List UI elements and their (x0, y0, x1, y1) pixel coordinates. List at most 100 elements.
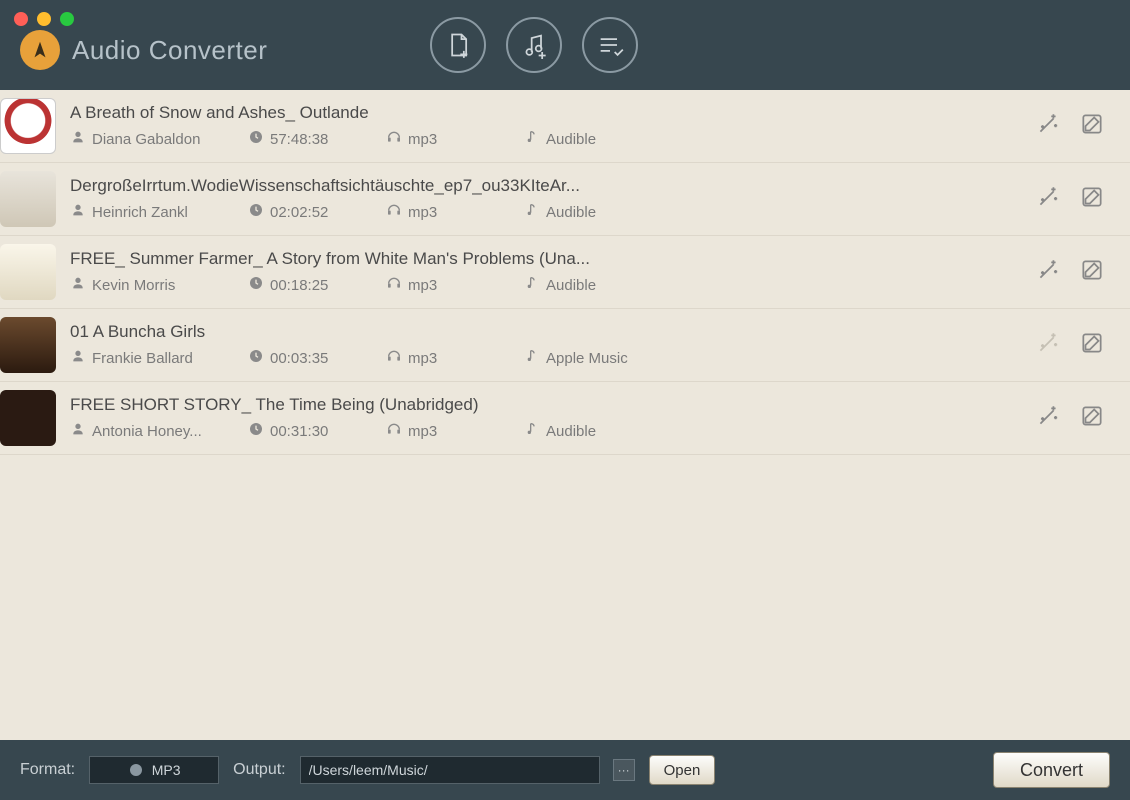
edit-button[interactable] (1076, 256, 1108, 288)
track-row[interactable]: FREE_ Summer Farmer_ A Story from White … (0, 236, 1130, 309)
edit-icon (1079, 330, 1105, 361)
track-info: 01 A Buncha Girls Frankie Ballard 00:03:35… (70, 322, 1032, 368)
track-duration: 00:18:25 (270, 277, 328, 294)
header-toolbar (430, 17, 638, 73)
format-selector[interactable]: MP3 (89, 756, 219, 784)
track-artist: Diana Gabaldon (92, 131, 200, 148)
track-format: mp3 (408, 423, 437, 440)
headphones-icon (386, 275, 402, 295)
add-file-button[interactable] (430, 17, 486, 73)
edit-button[interactable] (1076, 183, 1108, 215)
track-format: mp3 (408, 350, 437, 367)
track-info: FREE_ Summer Farmer_ A Story from White … (70, 249, 1032, 295)
track-duration: 02:02:52 (270, 204, 328, 221)
track-thumbnail (0, 390, 56, 446)
convert-button[interactable]: Convert (993, 752, 1110, 788)
track-artist: Antonia Honey... (92, 423, 202, 440)
add-music-button[interactable] (506, 17, 562, 73)
track-artist: Frankie Ballard (92, 350, 193, 367)
open-button[interactable]: Open (649, 755, 716, 785)
track-thumbnail (0, 244, 56, 300)
track-artist: Kevin Morris (92, 277, 175, 294)
headphones-icon (386, 421, 402, 441)
track-row[interactable]: DergroßeIrrtum.WodieWissenschaftsichtäus… (0, 163, 1130, 236)
list-check-button[interactable] (582, 17, 638, 73)
track-title: A Breath of Snow and Ashes_ Outlande (70, 103, 1032, 123)
person-icon (70, 129, 86, 149)
edit-button[interactable] (1076, 110, 1108, 142)
track-format: mp3 (408, 131, 437, 148)
clock-icon (248, 421, 264, 441)
effects-button[interactable] (1032, 329, 1064, 361)
effects-button[interactable] (1032, 256, 1064, 288)
edit-icon (1079, 111, 1105, 142)
track-source: Audible (546, 277, 596, 294)
magic-wand-icon (1035, 111, 1061, 142)
track-info: DergroßeIrrtum.WodieWissenschaftsichtäus… (70, 176, 1032, 222)
track-source: Audible (546, 131, 596, 148)
output-path-value: /Users/leem/Music/ (309, 762, 428, 778)
track-actions (1032, 183, 1108, 215)
track-actions (1032, 402, 1108, 434)
person-icon (70, 275, 86, 295)
track-title: 01 A Buncha Girls (70, 322, 1032, 342)
edit-icon (1079, 184, 1105, 215)
edit-icon (1079, 257, 1105, 288)
track-artist: Heinrich Zankl (92, 204, 188, 221)
track-row[interactable]: A Breath of Snow and Ashes_ Outlande Dian… (0, 90, 1130, 163)
headphones-icon (386, 348, 402, 368)
track-title: FREE SHORT STORY_ The Time Being (Unabri… (70, 395, 1032, 415)
effects-button[interactable] (1032, 110, 1064, 142)
magic-wand-icon (1035, 257, 1061, 288)
track-meta: Diana Gabaldon57:48:38mp3Audible (70, 129, 1032, 149)
music-note-icon (524, 275, 540, 295)
person-icon (70, 202, 86, 222)
magic-wand-icon (1035, 403, 1061, 434)
edit-button[interactable] (1076, 329, 1108, 361)
track-row[interactable]: 01 A Buncha Girls Frankie Ballard 00:03:35… (0, 309, 1130, 382)
track-meta: Frankie Ballard 00:03:35 mp3 Apple Music (70, 348, 1032, 368)
window-maximize-button[interactable] (60, 12, 74, 26)
track-source: Audible (546, 423, 596, 440)
track-title: FREE_ Summer Farmer_ A Story from White … (70, 249, 1032, 269)
effects-button[interactable] (1032, 402, 1064, 434)
track-thumbnail (0, 98, 56, 154)
clock-icon (248, 129, 264, 149)
track-meta: Antonia Honey...00:31:30mp3Audible (70, 421, 1032, 441)
format-value: MP3 (152, 762, 181, 778)
track-info: FREE SHORT STORY_ The Time Being (Unabri… (70, 395, 1032, 441)
track-source: Apple Music (546, 350, 628, 367)
window-close-button[interactable] (14, 12, 28, 26)
app-title: Audio Converter (72, 35, 267, 66)
list-check-icon (596, 31, 624, 59)
clock-icon (248, 202, 264, 222)
headphones-icon (386, 202, 402, 222)
app-logo: Audio Converter (20, 30, 267, 70)
music-add-icon (520, 31, 548, 59)
output-browse-button[interactable]: ··· (613, 759, 635, 781)
clock-icon (248, 275, 264, 295)
output-path-field[interactable]: /Users/leem/Music/ (300, 756, 600, 784)
effects-button[interactable] (1032, 183, 1064, 215)
track-format: mp3 (408, 277, 437, 294)
track-row[interactable]: FREE SHORT STORY_ The Time Being (Unabri… (0, 382, 1130, 455)
magic-wand-icon (1035, 184, 1061, 215)
magic-wand-icon (1035, 330, 1061, 361)
music-note-icon (524, 421, 540, 441)
format-icon (128, 762, 144, 778)
track-info: A Breath of Snow and Ashes_ Outlande Dian… (70, 103, 1032, 149)
app-logo-icon (20, 30, 60, 70)
track-actions (1032, 110, 1108, 142)
track-duration: 00:03:35 (270, 350, 328, 367)
track-format: mp3 (408, 204, 437, 221)
file-add-icon (444, 31, 472, 59)
music-note-icon (524, 348, 540, 368)
window-minimize-button[interactable] (37, 12, 51, 26)
track-actions (1032, 256, 1108, 288)
music-note-icon (524, 129, 540, 149)
edit-icon (1079, 403, 1105, 434)
header-bar: Audio Converter (0, 0, 1130, 90)
headphones-icon (386, 129, 402, 149)
edit-button[interactable] (1076, 402, 1108, 434)
track-list: A Breath of Snow and Ashes_ Outlande Dian… (0, 90, 1130, 740)
